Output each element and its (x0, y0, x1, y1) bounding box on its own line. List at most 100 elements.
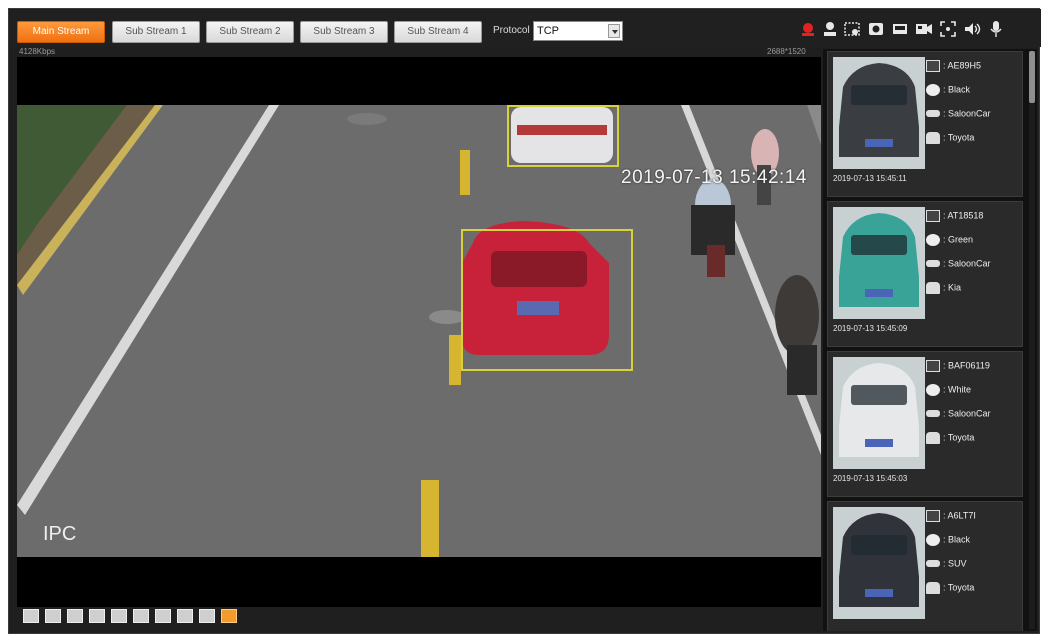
plate-attribute: : BAF06119 (926, 358, 990, 372)
main-stream-button[interactable]: Main Stream (17, 21, 105, 43)
zoom-icon[interactable] (155, 609, 171, 623)
sub-stream-1-button[interactable]: Sub Stream 1 (112, 21, 200, 43)
brand-attribute: : Toyota (926, 430, 974, 444)
vehicle-color: : Black (943, 534, 971, 545)
width-height-ratio-icon[interactable] (89, 609, 105, 623)
vehicle-thumbnail (833, 57, 925, 169)
car-side-icon (926, 560, 940, 568)
vehicle-brand: : Kia (943, 282, 962, 293)
plate-attribute: : AT18518 (926, 208, 983, 222)
intelligent-overlay-icon[interactable] (221, 609, 237, 623)
vehicle-brand: : Toyota (943, 582, 975, 593)
screenshot-icon[interactable] (891, 20, 909, 38)
vehicle-brand: : Toyota (943, 132, 975, 143)
plate-attribute: : AE89H5 (926, 58, 981, 72)
vehicle-color: : Green (943, 234, 974, 245)
color-palette-icon (926, 533, 940, 546)
protocol-value: TCP (537, 25, 559, 37)
plate-number: : AT18518 (943, 210, 984, 221)
fluency-icon[interactable] (111, 609, 127, 623)
alarm-icon[interactable] (799, 20, 817, 38)
ptz-icon[interactable] (199, 609, 215, 623)
plate-icon (926, 59, 940, 72)
plate-attribute: : A6LT7I (926, 508, 976, 522)
sub-stream-3-button[interactable]: Sub Stream 3 (300, 21, 388, 43)
fullscreen-icon[interactable] (67, 609, 83, 623)
fullscreen-icon[interactable] (939, 20, 957, 38)
plate-number: : A6LT7I (943, 510, 976, 521)
type-attribute: : SaloonCar (926, 106, 991, 120)
vehicle-type: : SaloonCar (943, 108, 991, 119)
color-attribute: : White (926, 382, 971, 396)
capture-time: 2019-07-13 15:45:09 (833, 324, 908, 333)
live-view-window: Main Stream Sub Stream 1 Sub Stream 2 Su… (8, 8, 1041, 634)
video-timestamp: 2019-07-13 15:42:14 (621, 167, 807, 188)
brand-attribute: : Toyota (926, 130, 974, 144)
plate-number: : AE89H5 (943, 60, 982, 71)
vehicle-type: : SaloonCar (943, 408, 991, 419)
video-record-icon[interactable] (915, 20, 933, 38)
video-frame: 2019-07-13 15:42:14 IPC (17, 105, 821, 557)
detection-card[interactable]: : AT18518 : Green : SaloonCar : Kia 2019-07-… (827, 201, 1023, 347)
car-side-icon (926, 410, 940, 418)
scrollbar-thumb[interactable] (1029, 51, 1035, 103)
panel-scrollbar[interactable] (1029, 51, 1035, 629)
detection-box-red-car (461, 229, 633, 371)
type-attribute: : SaloonCar (926, 406, 991, 420)
type-attribute: : SaloonCar (926, 256, 991, 270)
snapshot-area-icon[interactable] (843, 20, 861, 38)
vehicle-brand: : Toyota (943, 432, 975, 443)
chevron-down-icon[interactable] (608, 24, 620, 38)
bitrate-readout: 4128Kbps (19, 47, 56, 56)
car-side-icon (926, 260, 940, 268)
detection-card[interactable]: : AE89H5 : Black : SaloonCar : Toyota 2019-0… (827, 51, 1023, 197)
car-front-icon (926, 131, 940, 144)
car-front-icon (926, 281, 940, 294)
record-icon[interactable] (867, 20, 885, 38)
vehicle-color: : Black (943, 84, 971, 95)
focus-icon[interactable] (177, 609, 193, 623)
car-side-icon (926, 110, 940, 118)
vehicle-color: : White (943, 384, 972, 395)
detection-card[interactable]: : A6LT7I : Black : SUV : Toyota (827, 501, 1023, 631)
vehicle-thumbnail (833, 207, 925, 319)
color-palette-icon (926, 383, 940, 396)
type-attribute: : SUV (926, 556, 967, 570)
brand-attribute: : Toyota (926, 580, 974, 594)
color-palette-icon (926, 83, 940, 96)
protocol-label: Protocol (493, 25, 530, 36)
audio-icon[interactable] (963, 20, 981, 38)
detection-box-white-car (507, 105, 619, 167)
original-size-icon[interactable] (45, 609, 61, 623)
capture-time: 2019-07-13 15:45:11 (833, 174, 907, 183)
plate-icon (926, 509, 940, 522)
detection-card[interactable]: : BAF06119 : White : SaloonCar : Toyota 2019… (827, 351, 1023, 497)
color-palette-icon (926, 233, 940, 246)
vehicle-thumbnail (833, 357, 925, 469)
top-toolbar: Main Stream Sub Stream 1 Sub Stream 2 Su… (9, 9, 1041, 47)
color-attribute: : Green (926, 232, 973, 246)
sub-stream-4-button[interactable]: Sub Stream 4 (394, 21, 482, 43)
vehicle-type: : SUV (943, 558, 967, 569)
image-adjust-icon[interactable] (23, 609, 39, 623)
vehicle-thumbnail (833, 507, 925, 619)
sub-stream-2-button[interactable]: Sub Stream 2 (206, 21, 294, 43)
car-front-icon (926, 431, 940, 444)
resolution-readout: 2688*1520 (767, 47, 806, 56)
color-attribute: : Black (926, 82, 970, 96)
brand-attribute: : Kia (926, 280, 961, 294)
plate-icon (926, 359, 940, 372)
color-attribute: : Black (926, 532, 970, 546)
capture-time: 2019-07-13 15:45:03 (833, 474, 908, 483)
car-front-icon (926, 581, 940, 594)
microphone-icon[interactable] (987, 20, 1005, 38)
camera-label: IPC (43, 523, 77, 545)
plate-number: : BAF06119 (943, 360, 990, 371)
detection-results-panel: : AE89H5 : Black : SaloonCar : Toyota 2019-0… (823, 49, 1037, 631)
user-icon[interactable] (821, 20, 839, 38)
vehicle-type: : SaloonCar (943, 258, 991, 269)
rules-icon[interactable] (133, 609, 149, 623)
protocol-select[interactable]: TCP (533, 21, 623, 41)
plate-icon (926, 209, 940, 222)
live-video[interactable]: 2019-07-13 15:42:14 IPC (17, 57, 821, 607)
